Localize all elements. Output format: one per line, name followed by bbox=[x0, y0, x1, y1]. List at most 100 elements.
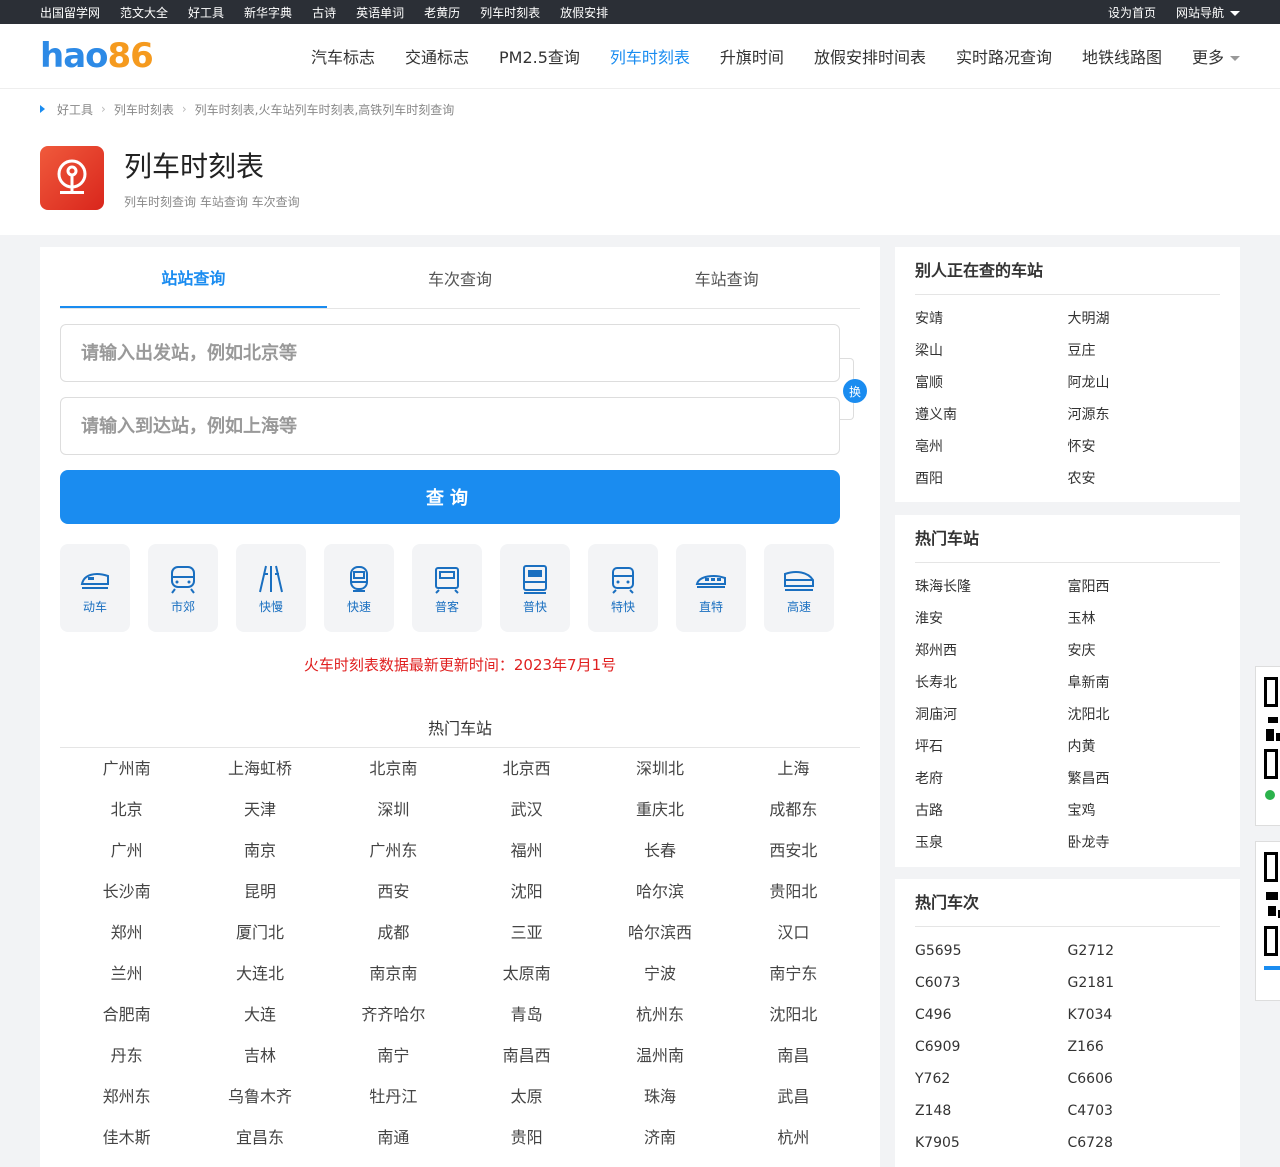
station-link[interactable]: 天津 bbox=[193, 789, 326, 830]
top-link[interactable]: 放假安排 bbox=[560, 4, 608, 21]
station-link[interactable]: 齐齐哈尔 bbox=[327, 994, 460, 1035]
station-link[interactable]: 繁昌西 bbox=[1068, 763, 1221, 795]
top-link[interactable]: 范文大全 bbox=[120, 4, 168, 21]
station-link[interactable]: 牡丹江 bbox=[327, 1076, 460, 1117]
site-nav-menu[interactable]: 网站导航 bbox=[1176, 4, 1240, 21]
station-link[interactable]: 沈阳北 bbox=[1068, 699, 1221, 731]
station-link[interactable]: 玉泉 bbox=[915, 827, 1068, 859]
train-number-link[interactable]: K7034 bbox=[1068, 999, 1221, 1031]
train-type-item[interactable]: 快慢 bbox=[236, 544, 306, 632]
train-number-link[interactable]: C6606 bbox=[1068, 1063, 1221, 1095]
train-type-item[interactable]: 快速 bbox=[324, 544, 394, 632]
station-link[interactable]: 北京 bbox=[60, 789, 193, 830]
train-number-link[interactable]: C4703 bbox=[1068, 1095, 1221, 1127]
station-link[interactable]: 西安北 bbox=[727, 830, 860, 871]
station-link[interactable]: 广州 bbox=[60, 830, 193, 871]
train-number-link[interactable]: Z148 bbox=[915, 1095, 1068, 1127]
tab-train-number[interactable]: 车次查询 bbox=[327, 247, 594, 308]
swap-button[interactable]: 换 bbox=[843, 379, 867, 403]
breadcrumb-item[interactable]: 列车时刻表,火车站列车时刻表,高铁列车时刻查询 bbox=[195, 101, 455, 118]
top-link[interactable]: 好工具 bbox=[188, 4, 224, 21]
station-link[interactable]: 亳州 bbox=[915, 431, 1068, 463]
station-link[interactable]: 西安 bbox=[327, 871, 460, 912]
station-link[interactable]: 遵义南 bbox=[915, 399, 1068, 431]
station-link[interactable]: 贵阳 bbox=[460, 1117, 593, 1158]
train-number-link[interactable]: C6909 bbox=[915, 1031, 1068, 1063]
station-link[interactable]: 广州南 bbox=[60, 748, 193, 789]
station-link[interactable]: 合肥南 bbox=[60, 994, 193, 1035]
station-link[interactable]: 温州南 bbox=[593, 1035, 726, 1076]
nav-item[interactable]: 地铁线路图 bbox=[1082, 44, 1162, 68]
wechat-qr-widget[interactable] bbox=[1255, 841, 1280, 1001]
station-link[interactable]: 淮安 bbox=[915, 603, 1068, 635]
train-type-item[interactable]: 普快 bbox=[500, 544, 570, 632]
to-station-input[interactable] bbox=[61, 398, 839, 454]
station-link[interactable]: 南昌 bbox=[727, 1035, 860, 1076]
station-link[interactable]: 三亚 bbox=[460, 912, 593, 953]
station-link[interactable]: 乌鲁木齐 bbox=[193, 1076, 326, 1117]
station-link[interactable]: 南通 bbox=[327, 1117, 460, 1158]
station-link[interactable]: 太原南 bbox=[460, 953, 593, 994]
station-link[interactable]: 昆明 bbox=[193, 871, 326, 912]
station-link[interactable]: 济南 bbox=[593, 1117, 726, 1158]
train-number-link[interactable]: Z166 bbox=[1068, 1031, 1221, 1063]
train-number-link[interactable]: K7905 bbox=[915, 1127, 1068, 1159]
train-type-item[interactable]: 动车 bbox=[60, 544, 130, 632]
station-link[interactable]: 深圳 bbox=[327, 789, 460, 830]
station-link[interactable]: 武昌 bbox=[727, 1076, 860, 1117]
station-link[interactable]: 兰州 bbox=[60, 953, 193, 994]
station-link[interactable]: 长春 bbox=[593, 830, 726, 871]
station-link[interactable]: 玉林 bbox=[1068, 603, 1221, 635]
station-link[interactable]: 大连 bbox=[193, 994, 326, 1035]
station-link[interactable]: 富阳西 bbox=[1068, 571, 1221, 603]
nav-item[interactable]: 升旗时间 bbox=[720, 44, 784, 68]
set-home-link[interactable]: 设为首页 bbox=[1108, 4, 1156, 21]
breadcrumb-item[interactable]: 好工具 bbox=[57, 101, 93, 118]
train-type-item[interactable]: 普客 bbox=[412, 544, 482, 632]
top-link[interactable]: 古诗 bbox=[312, 4, 336, 21]
nav-item[interactable]: 交通标志 bbox=[405, 44, 469, 68]
train-number-link[interactable]: C6728 bbox=[1068, 1127, 1221, 1159]
station-link[interactable]: 丹东 bbox=[60, 1035, 193, 1076]
nav-item[interactable]: 汽车标志 bbox=[311, 44, 375, 68]
station-link[interactable]: 哈尔滨 bbox=[593, 871, 726, 912]
station-link[interactable]: 珠海长隆 bbox=[915, 571, 1068, 603]
train-number-link[interactable]: G5695 bbox=[915, 935, 1068, 967]
station-link[interactable]: 宁波 bbox=[593, 953, 726, 994]
station-link[interactable]: 郑州东 bbox=[60, 1076, 193, 1117]
station-link[interactable]: 长寿北 bbox=[915, 667, 1068, 699]
tab-station[interactable]: 车站查询 bbox=[593, 247, 860, 308]
train-number-link[interactable]: Y762 bbox=[915, 1063, 1068, 1095]
station-link[interactable]: 富顺 bbox=[915, 367, 1068, 399]
tab-station-to-station[interactable]: 站站查询 bbox=[60, 247, 327, 308]
station-link[interactable]: 哈尔滨西 bbox=[593, 912, 726, 953]
nav-item[interactable]: 实时路况查询 bbox=[956, 44, 1052, 68]
breadcrumb-item[interactable]: 列车时刻表 bbox=[114, 101, 174, 118]
station-link[interactable]: 农安 bbox=[1068, 463, 1221, 495]
train-number-link[interactable]: C496 bbox=[915, 999, 1068, 1031]
station-link[interactable]: 安庆 bbox=[1068, 635, 1221, 667]
search-button[interactable]: 查询 bbox=[60, 470, 840, 524]
station-link[interactable]: 南昌西 bbox=[460, 1035, 593, 1076]
station-link[interactable]: 佳木斯 bbox=[60, 1117, 193, 1158]
station-link[interactable]: 大明湖 bbox=[1068, 303, 1221, 335]
station-link[interactable]: 杭州东 bbox=[593, 994, 726, 1035]
station-link[interactable]: 郑州西 bbox=[915, 635, 1068, 667]
station-link[interactable]: 豆庄 bbox=[1068, 335, 1221, 367]
station-link[interactable]: 酉阳 bbox=[915, 463, 1068, 495]
station-link[interactable]: 贵阳北 bbox=[727, 871, 860, 912]
station-link[interactable]: 北京西 bbox=[460, 748, 593, 789]
nav-more[interactable]: 更多 bbox=[1192, 44, 1240, 68]
station-link[interactable]: 广州东 bbox=[327, 830, 460, 871]
station-link[interactable]: 珠海 bbox=[593, 1076, 726, 1117]
station-link[interactable]: 南宁 bbox=[327, 1035, 460, 1076]
station-link[interactable]: 古路 bbox=[915, 795, 1068, 827]
station-link[interactable]: 内黄 bbox=[1068, 731, 1221, 763]
nav-item[interactable]: PM2.5查询 bbox=[499, 44, 580, 68]
station-link[interactable]: 沈阳北 bbox=[727, 994, 860, 1035]
station-link[interactable]: 大连北 bbox=[193, 953, 326, 994]
station-link[interactable]: 北京南 bbox=[327, 748, 460, 789]
qr-code-widget[interactable] bbox=[1255, 666, 1280, 826]
station-link[interactable]: 安靖 bbox=[915, 303, 1068, 335]
train-number-link[interactable]: C6073 bbox=[915, 967, 1068, 999]
